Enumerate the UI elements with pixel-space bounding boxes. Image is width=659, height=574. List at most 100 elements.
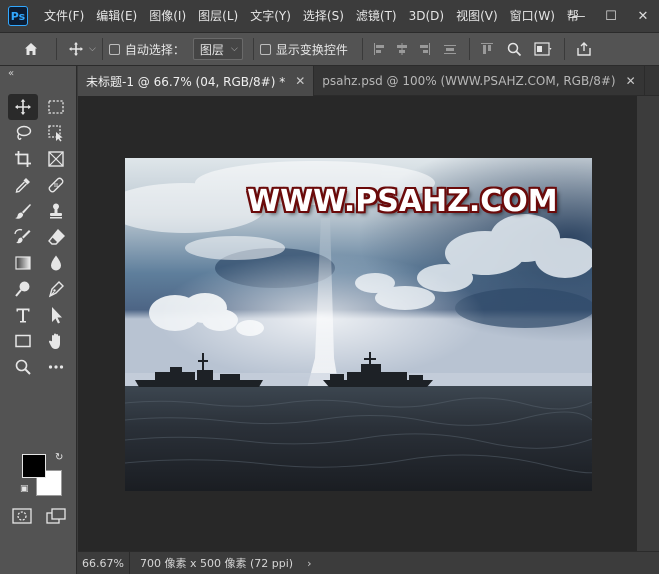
pen-icon — [48, 281, 64, 298]
photoshop-window: Ps 文件(F) 编辑(E) 图像(I) 图层(L) 文字(Y) 选择(S) 滤… — [0, 0, 659, 574]
separator — [252, 38, 254, 60]
blur-drop-icon — [51, 255, 61, 271]
tools-panel: « ↻ ▣ — [0, 66, 77, 574]
menu-view[interactable]: 视图(V) — [450, 0, 504, 32]
path-select-tool[interactable] — [41, 302, 71, 328]
chevron-right-icon[interactable]: › — [307, 557, 311, 570]
screen-mode-button[interactable] — [46, 508, 66, 527]
object-select-icon — [48, 125, 63, 142]
share-button[interactable] — [571, 36, 597, 62]
tab-label: 未标题-1 @ 66.7% (04, RGB/8#) * — [86, 74, 286, 89]
watermark-text: WWW.PSAHZ.COM — [247, 184, 558, 219]
brush-icon — [15, 204, 31, 219]
align-hcenter-icon[interactable] — [391, 38, 413, 60]
search-icon — [508, 42, 522, 56]
type-tool[interactable] — [8, 302, 38, 328]
eraser-tool[interactable] — [41, 224, 71, 250]
history-brush-tool[interactable] — [8, 224, 38, 250]
blur-tool[interactable] — [41, 250, 71, 276]
menu-window[interactable]: 窗口(W) — [504, 0, 561, 32]
more-tools-button[interactable] — [41, 354, 71, 380]
tool-grid — [8, 94, 74, 380]
marquee-tool[interactable] — [41, 94, 71, 120]
menu-select[interactable]: 选择(S) — [297, 0, 350, 32]
spot-healing-tool[interactable] — [41, 172, 71, 198]
bottom-tools — [12, 508, 66, 527]
history-brush-icon — [14, 228, 31, 244]
brush-tool[interactable] — [8, 198, 38, 224]
dodge-tool[interactable] — [8, 276, 38, 302]
vertical-scrollbar[interactable] — [637, 96, 659, 551]
close-icon[interactable]: ✕ — [626, 74, 636, 88]
document-info: 700 像素 x 500 像素 (72 ppi) — [140, 557, 294, 570]
default-colors-icon[interactable]: ▣ — [20, 484, 29, 494]
menu-file[interactable]: 文件(F) — [38, 0, 90, 32]
menu-items: 文件(F) 编辑(E) 图像(I) 图层(L) 文字(Y) 选择(S) 滤镜(T… — [38, 0, 585, 32]
distribute-icon[interactable] — [439, 38, 461, 60]
gradient-tool[interactable] — [8, 250, 38, 276]
foreground-color-swatch[interactable] — [22, 454, 46, 478]
home-icon — [25, 43, 37, 55]
tab-psahz-psd[interactable]: psahz.psd @ 100% (WWW.PSAHZ.COM, RGB/8#)… — [314, 66, 645, 96]
more-tools-icon — [48, 365, 64, 369]
hand-icon — [48, 333, 60, 349]
quick-mask-button[interactable] — [12, 508, 32, 527]
separator — [468, 38, 470, 60]
type-icon — [16, 308, 30, 323]
close-button[interactable]: ✕ — [627, 0, 659, 32]
menu-3d[interactable]: 3D(D) — [403, 0, 450, 32]
dropdown-value: 图层 — [199, 42, 224, 57]
menu-filter[interactable]: 滤镜(T) — [350, 0, 403, 32]
clone-stamp-tool[interactable] — [41, 198, 71, 224]
home-button[interactable] — [18, 36, 44, 62]
align-left-icon[interactable] — [369, 38, 391, 60]
zoom-level[interactable]: 66.67% — [78, 551, 130, 574]
separator — [101, 38, 103, 60]
menu-layer[interactable]: 图层(L) — [192, 0, 244, 32]
auto-select-checkbox[interactable] — [108, 43, 120, 55]
crop-tool[interactable] — [8, 146, 38, 172]
show-transform-checkbox[interactable] — [259, 43, 271, 55]
move-icon — [15, 99, 31, 115]
move-tool[interactable] — [8, 94, 38, 120]
show-transform-label: 显示变换控件 — [275, 42, 348, 57]
auto-select-label: 自动选择： — [124, 42, 185, 57]
maximize-button[interactable]: ☐ — [595, 0, 627, 32]
status-bar: 66.67% 700 像素 x 500 像素 (72 ppi) › — [78, 551, 659, 574]
document-canvas[interactable]: WWW.PSAHZ.COM — [125, 158, 592, 491]
tab-untitled-1[interactable]: 未标题-1 @ 66.7% (04, RGB/8#) * ✕ — [78, 66, 315, 96]
hand-tool[interactable] — [41, 328, 71, 354]
auto-select-target-dropdown[interactable]: 图层 ⌵ — [192, 38, 243, 60]
menu-edit[interactable]: 编辑(E) — [90, 0, 143, 32]
rectangle-tool[interactable] — [8, 328, 38, 354]
eraser-icon — [48, 228, 65, 245]
canvas-workspace[interactable]: WWW.PSAHZ.COM — [78, 96, 637, 551]
menu-image[interactable]: 图像(I) — [143, 0, 192, 32]
lasso-icon — [16, 125, 32, 141]
swap-colors-icon[interactable]: ↻ — [55, 452, 63, 463]
minimize-button[interactable]: — — [563, 0, 595, 32]
menu-bar: Ps 文件(F) 编辑(E) 图像(I) 图层(L) 文字(Y) 选择(S) 滤… — [0, 0, 659, 32]
lasso-tool[interactable] — [8, 120, 38, 146]
dodge-icon — [15, 281, 30, 297]
align-right-icon[interactable] — [413, 38, 435, 60]
object-select-tool[interactable] — [41, 120, 71, 146]
workspace-button[interactable] — [528, 36, 558, 62]
gradient-icon — [15, 256, 31, 270]
window-controls: — ☐ ✕ — [563, 0, 659, 32]
collapse-panel-icon[interactable]: « — [8, 68, 14, 79]
chevron-down-icon[interactable]: ⌵ — [89, 44, 96, 54]
menu-type[interactable]: 文字(Y) — [244, 0, 297, 32]
separator — [563, 38, 565, 60]
eyedropper-icon — [15, 178, 30, 193]
zoom-tool[interactable] — [8, 354, 38, 380]
frame-tool[interactable] — [41, 146, 71, 172]
move-tool-preset-button[interactable] — [63, 36, 89, 62]
align-top-icon[interactable] — [476, 38, 498, 60]
rectangle-icon — [15, 334, 31, 348]
search-button[interactable] — [502, 36, 528, 62]
crop-icon — [15, 151, 31, 167]
close-icon[interactable]: ✕ — [295, 74, 305, 88]
pen-tool[interactable] — [41, 276, 71, 302]
eyedropper-tool[interactable] — [8, 172, 38, 198]
